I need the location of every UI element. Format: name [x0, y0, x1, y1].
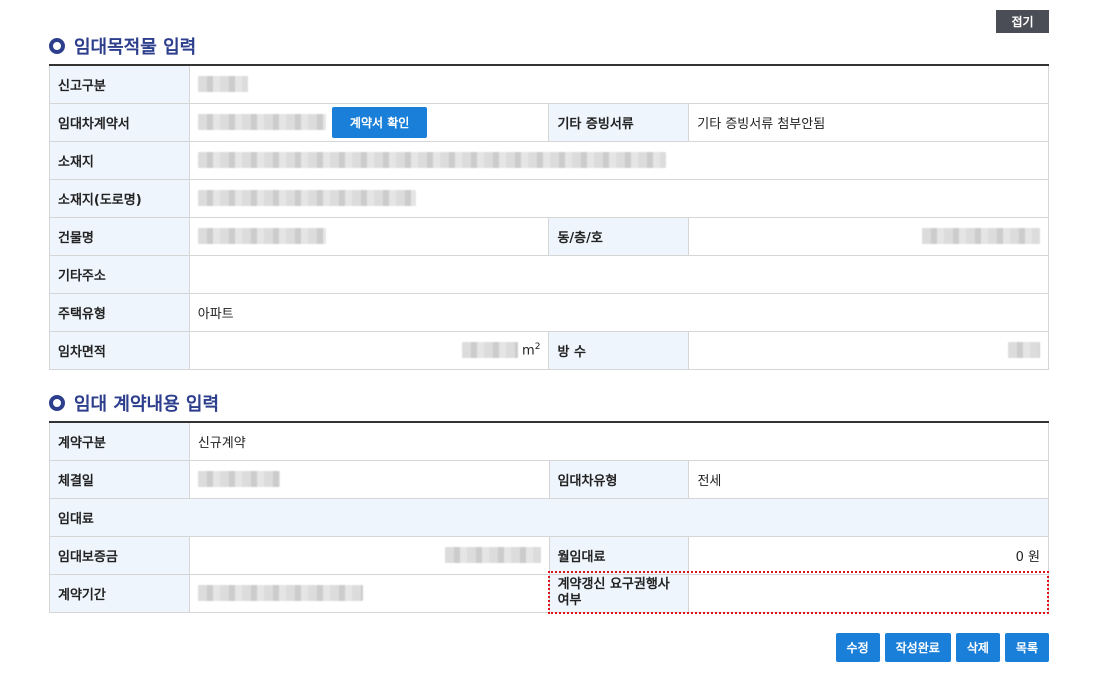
deposit-value [188, 535, 550, 575]
other-address-label: 기타주소 [49, 254, 190, 294]
table-row: 체결일 임대차유형 전세 [49, 459, 1049, 499]
area-value: m2 [188, 330, 550, 370]
redacted-text [922, 228, 1040, 244]
section-title-lease-contract: 임대 계약내용 입력 [49, 390, 219, 416]
renewal-label-line1: 계약갱신 요구권행사 [557, 577, 670, 592]
renewal-label-line2: 여부 [557, 593, 582, 608]
complete-button[interactable]: 작성완료 [884, 633, 951, 662]
housing-type-value: 아파트 [188, 292, 1050, 332]
redacted-text [461, 342, 518, 359]
lease-type-value: 전세 [688, 459, 1049, 499]
section-title-text: 임대 계약내용 입력 [74, 394, 220, 415]
table-row: 임대차계약서 계약서 확인 기타 증빙서류 기타 증빙서류 첨부안됨 [49, 102, 1049, 142]
delete-button[interactable]: 삭제 [955, 633, 1000, 662]
building-name-value [188, 216, 550, 256]
other-docs-value: 기타 증빙서류 첨부안됨 [688, 102, 1049, 142]
monthly-rent-value: 0 원 [688, 535, 1049, 575]
rooms-value [688, 330, 1049, 370]
area-unit-sup: 2 [534, 341, 541, 352]
other-docs-label: 기타 증빙서류 [548, 102, 690, 142]
table-row: 기타주소 [49, 254, 1050, 294]
road-address-label: 소재지(도로명) [49, 178, 190, 218]
redacted-text [197, 471, 280, 487]
action-bar: 수정 작성완료 삭제 목록 [835, 633, 1049, 662]
lease-property-table: 신고구분 임대차계약서 계약서 확인 기타 증빙서류 기타 증빙서류 첨부안됨 … [49, 64, 1050, 370]
lease-contract-value: 계약서 확인 [188, 102, 550, 142]
list-button[interactable]: 목록 [1004, 633, 1049, 662]
renewal-value [688, 573, 1049, 613]
location-label: 소재지 [49, 140, 190, 180]
table-row: 계약기간 계약갱신 요구권행사 여부 [49, 573, 1049, 613]
dong-floor-ho-label: 동/층/호 [548, 216, 690, 256]
redacted-text [197, 190, 416, 206]
rooms-label: 방 수 [548, 330, 690, 370]
contract-type-value: 신규계약 [188, 421, 1050, 461]
table-row: 건물명 동/층/호 [49, 216, 1049, 256]
redacted-text [197, 585, 363, 601]
location-value [188, 140, 1050, 180]
section-bullet-icon [49, 38, 65, 54]
table-row: 신고구분 [49, 64, 1050, 104]
redacted-text [197, 228, 326, 244]
collapse-button[interactable]: 접기 [996, 10, 1049, 33]
section-title-text: 임대목적물 입력 [74, 37, 197, 58]
table-row: 소재지(도로명) [49, 178, 1050, 218]
redacted-text [1008, 342, 1040, 358]
area-unit: m [522, 342, 535, 358]
lease-contract-table: 계약구분 신규계약 체결일 임대차유형 전세 임대료 임대보증금 월임대료 0 … [49, 421, 1050, 613]
report-type-value [188, 64, 1050, 104]
redacted-text [444, 547, 541, 563]
redacted-text [197, 76, 248, 93]
table-row: 임대료 [49, 497, 1049, 537]
deposit-label: 임대보증금 [49, 535, 190, 575]
road-address-value [188, 178, 1050, 218]
rent-label: 임대료 [49, 497, 1049, 537]
lease-type-label: 임대차유형 [548, 459, 690, 499]
redacted-text [197, 152, 666, 168]
contract-type-label: 계약구분 [49, 421, 190, 461]
contract-check-button[interactable]: 계약서 확인 [331, 106, 428, 138]
section-title-lease-property: 임대목적물 입력 [49, 33, 196, 59]
period-label: 계약기간 [49, 573, 190, 613]
renewal-label: 계약갱신 요구권행사 여부 [548, 573, 690, 613]
dong-floor-ho-value [688, 216, 1049, 256]
report-type-label: 신고구분 [49, 64, 190, 104]
housing-type-label: 주택유형 [49, 292, 190, 332]
monthly-rent-label: 월임대료 [548, 535, 690, 575]
redacted-text [197, 114, 326, 130]
edit-button[interactable]: 수정 [835, 633, 880, 662]
period-value [188, 573, 550, 613]
table-row: 소재지 [49, 140, 1050, 180]
table-row: 주택유형 아파트 [49, 292, 1050, 332]
area-label: 임차면적 [49, 330, 190, 370]
table-row: 임대보증금 월임대료 0 원 [49, 535, 1049, 575]
sign-date-value [188, 459, 550, 499]
section-bullet-icon [49, 395, 65, 411]
sign-date-label: 체결일 [49, 459, 190, 499]
building-name-label: 건물명 [49, 216, 190, 256]
other-address-value [188, 254, 1050, 294]
table-row: 계약구분 신규계약 [49, 421, 1050, 461]
lease-contract-label: 임대차계약서 [49, 102, 190, 142]
table-row: 임차면적 m2 방 수 [49, 330, 1049, 370]
